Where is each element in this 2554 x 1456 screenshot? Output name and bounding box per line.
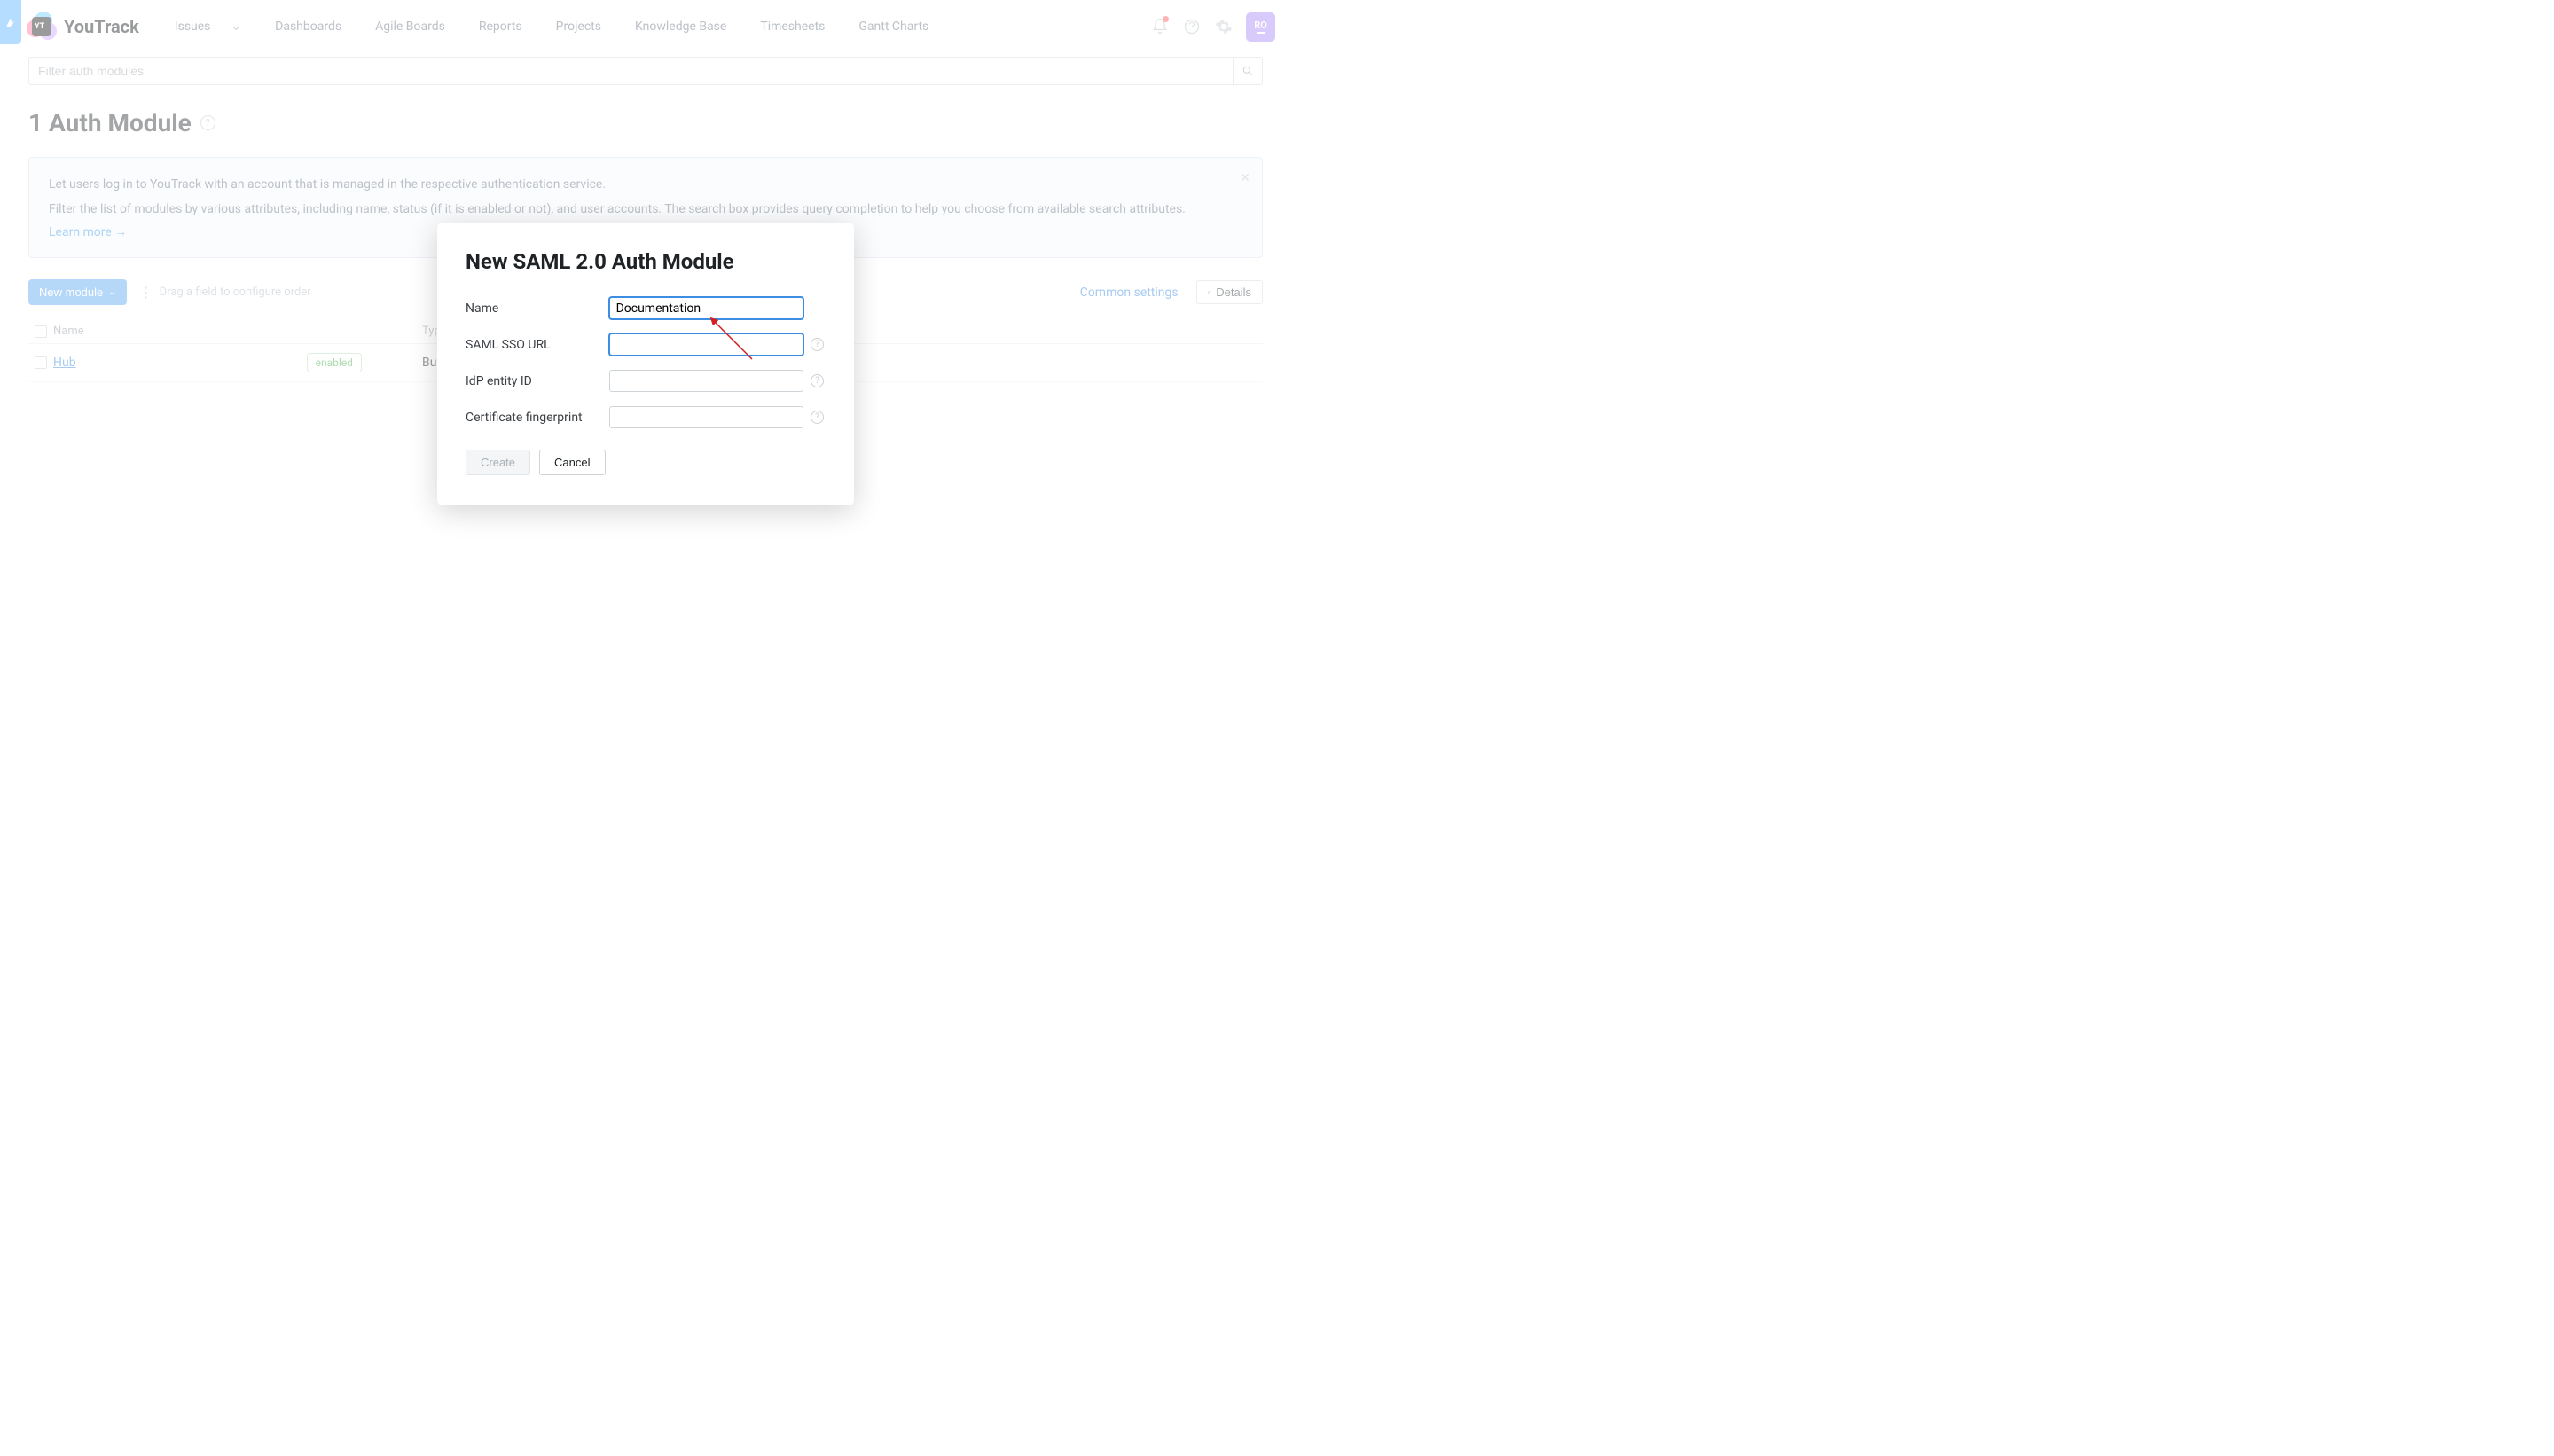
dialog-actions: Create Cancel <box>466 450 824 475</box>
cert-help-icon[interactable]: ? <box>811 411 824 424</box>
cert-label: Certificate fingerprint <box>466 411 609 425</box>
idp-help-icon[interactable]: ? <box>811 374 824 387</box>
sso-input[interactable] <box>609 333 803 356</box>
new-saml-dialog: New SAML 2.0 Auth Module Name ? SAML SSO… <box>437 223 854 505</box>
form-row-cert: Certificate fingerprint ? <box>466 406 824 428</box>
cert-input[interactable] <box>609 406 803 428</box>
form-row-idp: IdP entity ID ? <box>466 370 824 392</box>
form-row-name: Name ? <box>466 297 824 319</box>
sso-help-icon[interactable]: ? <box>811 338 824 351</box>
cancel-button[interactable]: Cancel <box>539 450 605 475</box>
dialog-title: New SAML 2.0 Auth Module <box>466 249 824 274</box>
create-button[interactable]: Create <box>466 450 530 475</box>
idp-label: IdP entity ID <box>466 374 609 388</box>
sso-label: SAML SSO URL <box>466 338 609 352</box>
form-row-sso: SAML SSO URL ? <box>466 333 824 356</box>
name-input[interactable] <box>609 297 803 319</box>
idp-input[interactable] <box>609 370 803 392</box>
name-label: Name <box>466 301 609 316</box>
